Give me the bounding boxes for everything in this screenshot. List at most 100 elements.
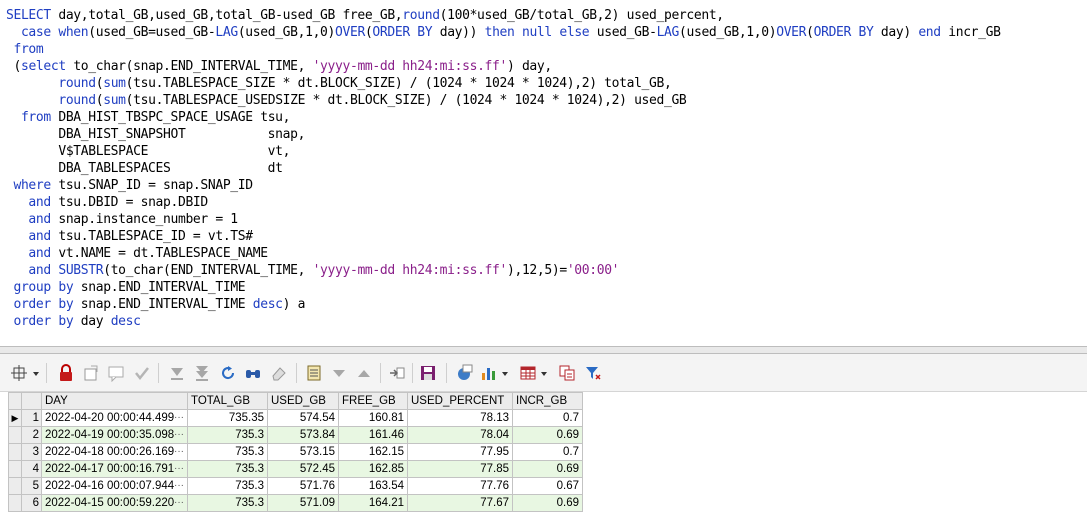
sql-line[interactable]: SELECT day,total_GB,used_GB,total_GB-use… [6, 7, 724, 24]
table-row[interactable]: 4 ··· 2022-04-17 00:00:16.791 735.3 572.45 16… [8, 460, 583, 478]
row-indicator[interactable] [8, 460, 22, 478]
sql-line[interactable]: DBA_HIST_SNAPSHOT snap, [6, 126, 305, 143]
column-header-used-gb[interactable]: USED_GB [267, 392, 339, 410]
cell-day[interactable]: ··· 2022-04-15 00:00:59.220 [41, 494, 188, 512]
filter-icon[interactable] [584, 364, 602, 382]
sql-line[interactable]: order by snap.END_INTERVAL_TIME desc) a [6, 296, 305, 313]
row-number[interactable]: 1 [21, 409, 42, 427]
cell-used-percent[interactable]: 78.04 [407, 426, 513, 444]
cell-free-gb[interactable]: 160.81 [338, 409, 408, 427]
table-row[interactable]: 3 ··· 2022-04-18 00:00:26.169 735.3 573.15 16… [8, 443, 583, 461]
refresh-icon[interactable] [219, 364, 237, 382]
sql-editor[interactable]: SELECT day,total_GB,used_GB,total_GB-use… [0, 0, 1087, 346]
row-indicator[interactable] [8, 443, 22, 461]
find-icon[interactable] [244, 364, 262, 382]
cell-free-gb[interactable]: 164.21 [338, 494, 408, 512]
sql-line[interactable]: where tsu.SNAP_ID = snap.SNAP_ID [6, 177, 253, 194]
cell-total-gb[interactable]: 735.35 [187, 409, 268, 427]
grid-view-icon[interactable] [305, 364, 323, 382]
row-indicator[interactable] [8, 494, 22, 512]
cell-free-gb[interactable]: 162.85 [338, 460, 408, 478]
query-by-example-icon[interactable] [455, 364, 473, 382]
cell-used-percent[interactable]: 78.13 [407, 409, 513, 427]
cell-used-percent[interactable]: 77.76 [407, 477, 513, 495]
cell-incr-gb[interactable]: 0.69 [512, 426, 583, 444]
table-row[interactable]: 5 ··· 2022-04-16 00:00:07.944 735.3 571.76 16… [8, 477, 583, 495]
cell-used-gb[interactable]: 573.15 [267, 443, 339, 461]
cell-total-gb[interactable]: 735.3 [187, 443, 268, 461]
cell-used-gb[interactable]: 572.45 [267, 460, 339, 478]
column-header-used-percent[interactable]: USED_PERCENT [407, 392, 513, 410]
cell-used-percent[interactable]: 77.85 [407, 460, 513, 478]
sql-line[interactable]: group by snap.END_INTERVAL_TIME [6, 279, 245, 296]
sql-line[interactable]: DBA_TABLESPACES dt [6, 160, 283, 177]
cell-total-gb[interactable]: 735.3 [187, 477, 268, 495]
cell-total-gb[interactable]: 735.3 [187, 460, 268, 478]
cell-editor-button[interactable]: ··· [174, 480, 184, 491]
row-number[interactable]: 6 [21, 494, 42, 512]
cell-editor-button[interactable]: ··· [174, 412, 184, 423]
cell-editor-button[interactable]: ··· [174, 446, 184, 457]
row-number[interactable]: 4 [21, 460, 42, 478]
comment-icon[interactable] [107, 364, 125, 382]
chevron-down-icon[interactable] [501, 366, 509, 380]
cell-day[interactable]: ··· 2022-04-18 00:00:26.169 [41, 443, 188, 461]
export-icon[interactable] [388, 364, 406, 382]
cell-day[interactable]: ··· 2022-04-19 00:00:35.098 [41, 426, 188, 444]
chart-icon[interactable] [480, 364, 498, 382]
pin-icon[interactable] [10, 364, 28, 382]
sql-line[interactable]: and vt.NAME = dt.TABLESPACE_NAME [6, 245, 268, 262]
chevron-down-icon[interactable] [32, 366, 40, 380]
column-header-total-gb[interactable]: TOTAL_GB [187, 392, 268, 410]
cell-free-gb[interactable]: 162.15 [338, 443, 408, 461]
cell-used-percent[interactable]: 77.67 [407, 494, 513, 512]
cell-incr-gb[interactable]: 0.69 [512, 460, 583, 478]
cell-incr-gb[interactable]: 0.67 [512, 477, 583, 495]
cell-incr-gb[interactable]: 0.7 [512, 443, 583, 461]
pane-splitter[interactable] [0, 346, 1087, 354]
column-header-incr-gb[interactable]: INCR_GB [512, 392, 583, 410]
sql-line[interactable]: and SUBSTR(to_char(END_INTERVAL_TIME, 'y… [6, 262, 619, 279]
filter-down-icon[interactable] [330, 364, 348, 382]
row-indicator[interactable] [8, 426, 22, 444]
copy-icon[interactable] [558, 364, 576, 382]
lock-icon[interactable] [57, 364, 75, 382]
save-icon[interactable] [419, 364, 437, 382]
cell-incr-gb[interactable]: 0.69 [512, 494, 583, 512]
chevron-down-icon[interactable] [540, 366, 548, 380]
row-indicator[interactable]: ▶ [8, 409, 22, 427]
row-indicator[interactable] [8, 477, 22, 495]
column-header-free-gb[interactable]: FREE_GB [338, 392, 408, 410]
cell-editor-button[interactable]: ··· [174, 463, 184, 474]
cell-used-gb[interactable]: 574.54 [267, 409, 339, 427]
sql-line[interactable]: from [6, 41, 43, 58]
cell-editor-button[interactable]: ··· [174, 497, 184, 508]
commit-icon[interactable] [133, 364, 151, 382]
sql-line[interactable]: round(sum(tsu.TABLESPACE_SIZE * dt.BLOCK… [6, 75, 671, 92]
last-record-icon[interactable] [193, 364, 211, 382]
sql-line[interactable]: from DBA_HIST_TBSPC_SPACE_USAGE tsu, [6, 109, 291, 126]
column-header-day[interactable]: DAY [41, 392, 188, 410]
cell-used-percent[interactable]: 77.95 [407, 443, 513, 461]
filter-up-icon[interactable] [355, 364, 373, 382]
table-row[interactable]: 6 ··· 2022-04-15 00:00:59.220 735.3 571.09 16… [8, 494, 583, 512]
sql-line[interactable]: and tsu.TABLESPACE_ID = vt.TS# [6, 228, 253, 245]
cell-editor-button[interactable]: ··· [174, 429, 184, 440]
clear-icon[interactable] [82, 364, 100, 382]
sql-line[interactable]: and snap.instance_number = 1 [6, 211, 238, 228]
table-row[interactable]: 2 ··· 2022-04-19 00:00:35.098 735.3 573.84 16… [8, 426, 583, 444]
table-icon[interactable] [519, 364, 537, 382]
grid-corner[interactable] [8, 392, 22, 410]
cell-used-gb[interactable]: 571.09 [267, 494, 339, 512]
cell-free-gb[interactable]: 161.46 [338, 426, 408, 444]
sql-line[interactable]: case when(used_GB=used_GB-LAG(used_GB,1,… [6, 24, 1001, 41]
cell-day[interactable]: ··· 2022-04-20 00:00:44.499 [41, 409, 188, 427]
cell-total-gb[interactable]: 735.3 [187, 426, 268, 444]
next-record-icon[interactable] [168, 364, 186, 382]
row-number[interactable]: 2 [21, 426, 42, 444]
cell-day[interactable]: ··· 2022-04-16 00:00:07.944 [41, 477, 188, 495]
sql-line[interactable]: (select to_char(snap.END_INTERVAL_TIME, … [6, 58, 552, 75]
row-number[interactable]: 5 [21, 477, 42, 495]
sql-line[interactable]: and tsu.DBID = snap.DBID [6, 194, 208, 211]
row-number[interactable]: 3 [21, 443, 42, 461]
